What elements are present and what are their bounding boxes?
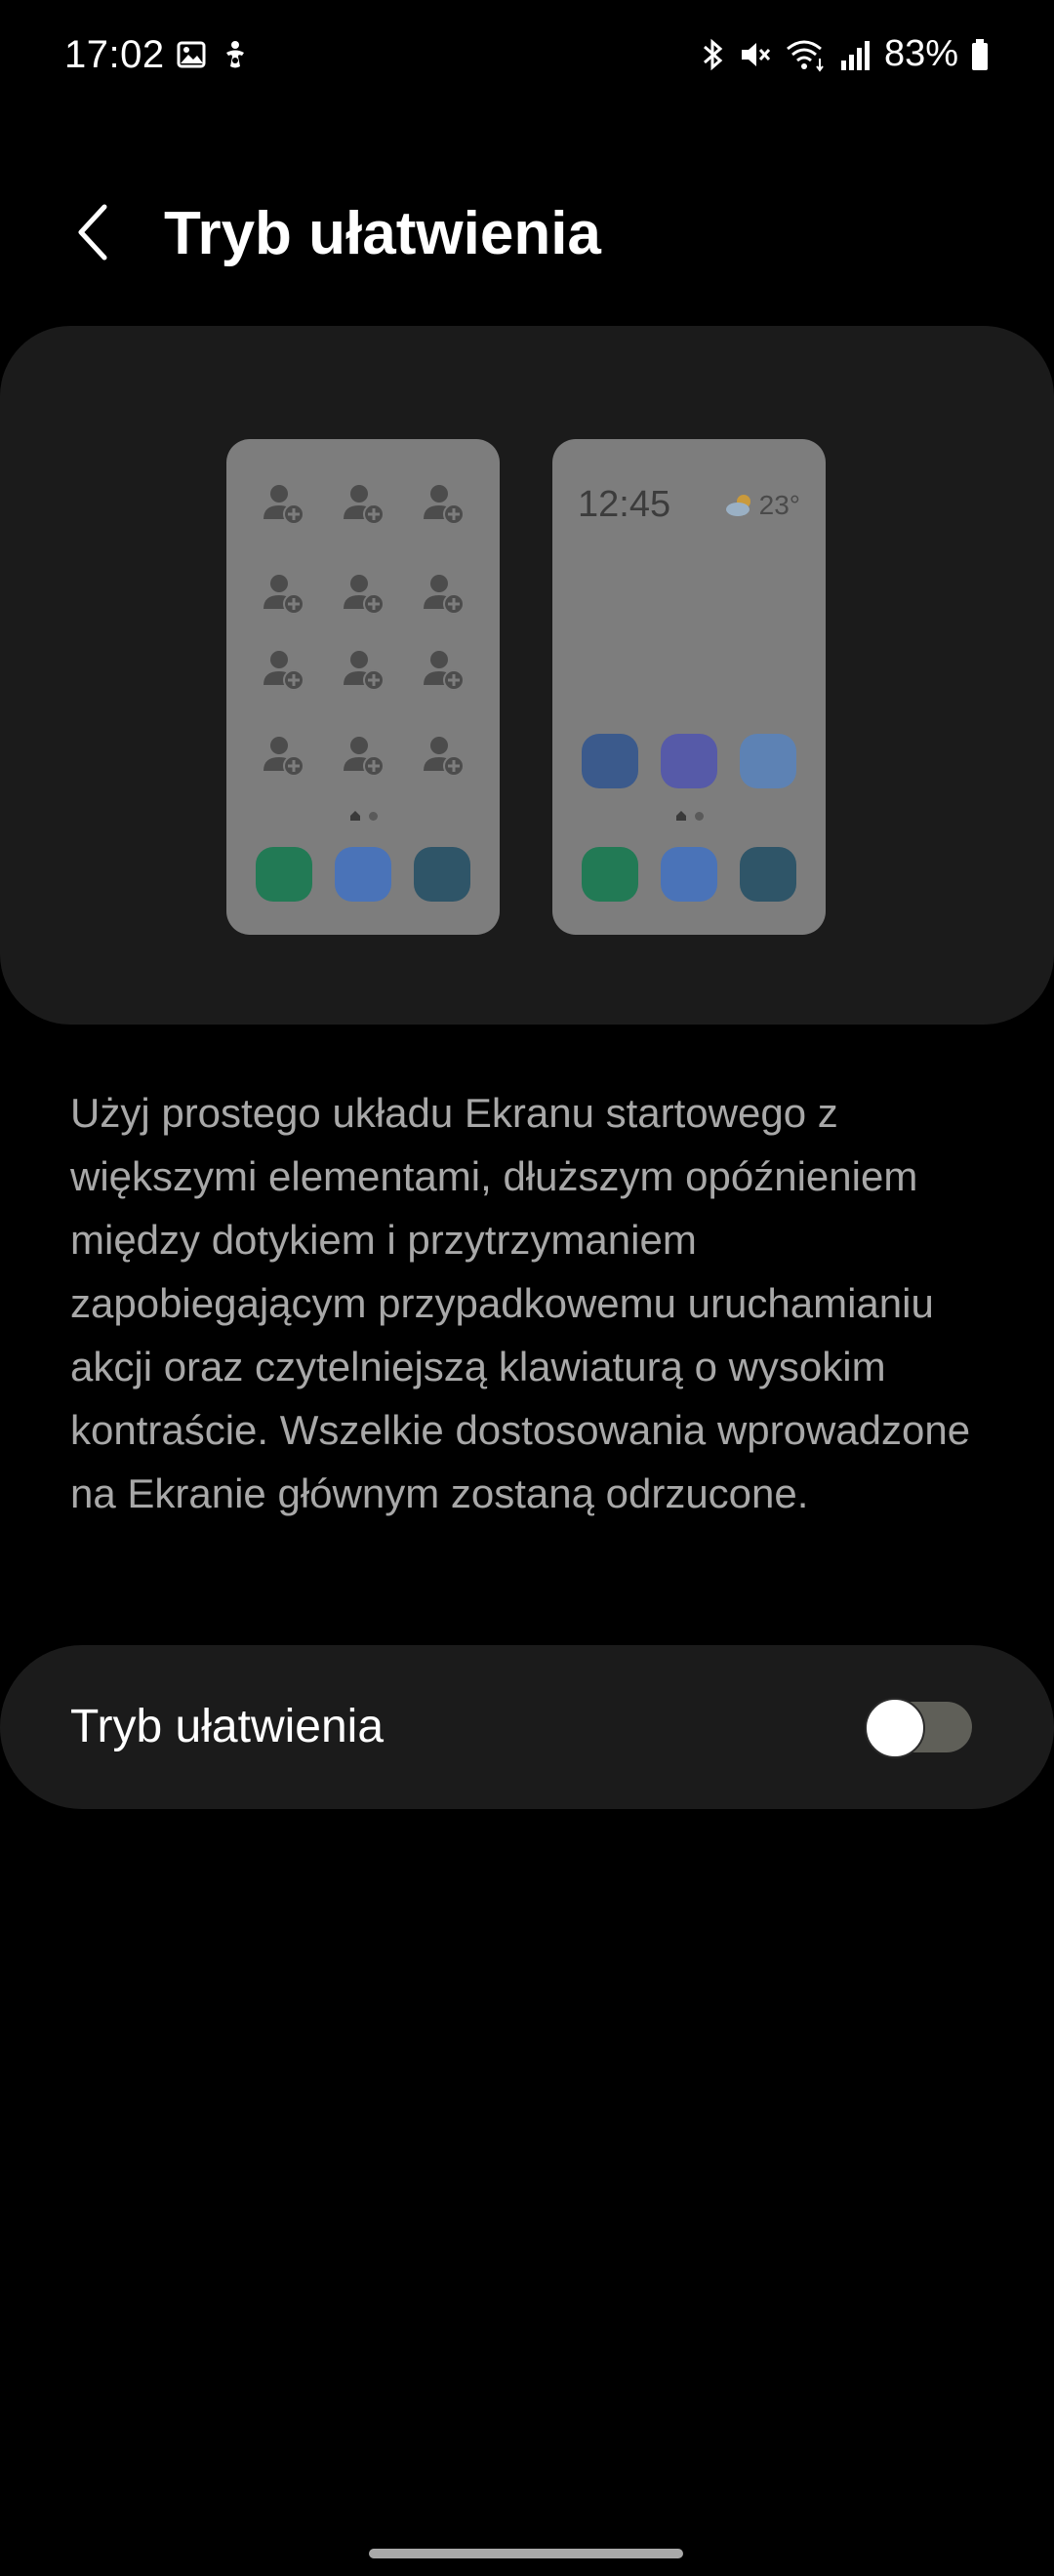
page-dot: [694, 811, 704, 821]
add-contact-icon: [424, 485, 465, 525]
app-icon-light-blue: [740, 734, 796, 788]
gesture-nav-handle[interactable]: [369, 2549, 683, 2558]
preview-weather: 23°: [724, 490, 800, 521]
add-contact-icon: [424, 651, 465, 691]
app-icon-blue: [661, 847, 717, 902]
battery-percent: 83%: [883, 33, 958, 74]
bluetooth-icon: [699, 37, 726, 72]
add-contact-icon: [424, 575, 465, 615]
status-time: 17:02: [64, 33, 165, 76]
switch-thumb: [865, 1698, 925, 1758]
add-contact-icon: [424, 737, 465, 777]
app-icon-green: [256, 847, 312, 902]
easy-mode-toggle-row[interactable]: Tryb ułatwienia: [0, 1645, 1054, 1809]
add-contact-icon: [344, 575, 385, 615]
app-icon-navy: [582, 734, 638, 788]
app-icon-green: [582, 847, 638, 902]
page-indicator: [226, 810, 500, 822]
status-right-icons: 83%: [699, 33, 990, 75]
battery-icon: [970, 37, 990, 72]
status-left-icons: [176, 39, 250, 70]
mute-icon: [738, 37, 773, 72]
add-contact-icon: [344, 485, 385, 525]
app-icon-teal: [414, 847, 470, 902]
signal-icon: [839, 37, 872, 72]
app-icon-purple: [661, 734, 717, 788]
wifi-icon: [785, 37, 828, 72]
easy-mode-switch[interactable]: [865, 1698, 974, 1758]
home-page-icon: [675, 811, 686, 821]
standard-layout-preview: [226, 439, 500, 935]
chevron-left-icon: [73, 203, 112, 266]
back-button[interactable]: [59, 197, 127, 271]
add-contact-icon: [264, 485, 304, 525]
add-contact-icon: [264, 737, 304, 777]
easy-mode-toggle-label: Tryb ułatwienia: [70, 1701, 385, 1752]
preview-card: 12:45 23°: [0, 326, 1054, 1025]
page-indicator: [552, 810, 826, 822]
home-page-icon: [349, 811, 360, 821]
preview-clock: 12:45: [578, 484, 671, 525]
app-header: Tryb ułatwienia: [0, 176, 1054, 293]
add-contact-icon: [344, 737, 385, 777]
app-icon-blue: [335, 847, 391, 902]
page-title: Tryb ułatwienia: [164, 200, 601, 267]
page-dot: [368, 811, 378, 821]
add-contact-icon: [344, 651, 385, 691]
weather-partly-cloudy-icon: [725, 495, 750, 516]
easy-layout-preview: 12:45 23°: [552, 439, 826, 935]
add-contact-icon: [264, 575, 304, 615]
gallery-icon: [176, 39, 207, 70]
easy-mode-description: Użyj prostego układu Ekranu startowego z…: [70, 1090, 971, 1516]
add-contact-icon: [264, 651, 304, 691]
preview-temperature: 23°: [758, 490, 800, 520]
status-bar: 17:02 83%: [0, 0, 1054, 117]
app-icon-teal: [740, 847, 796, 902]
accessibility-icon: [221, 39, 250, 70]
